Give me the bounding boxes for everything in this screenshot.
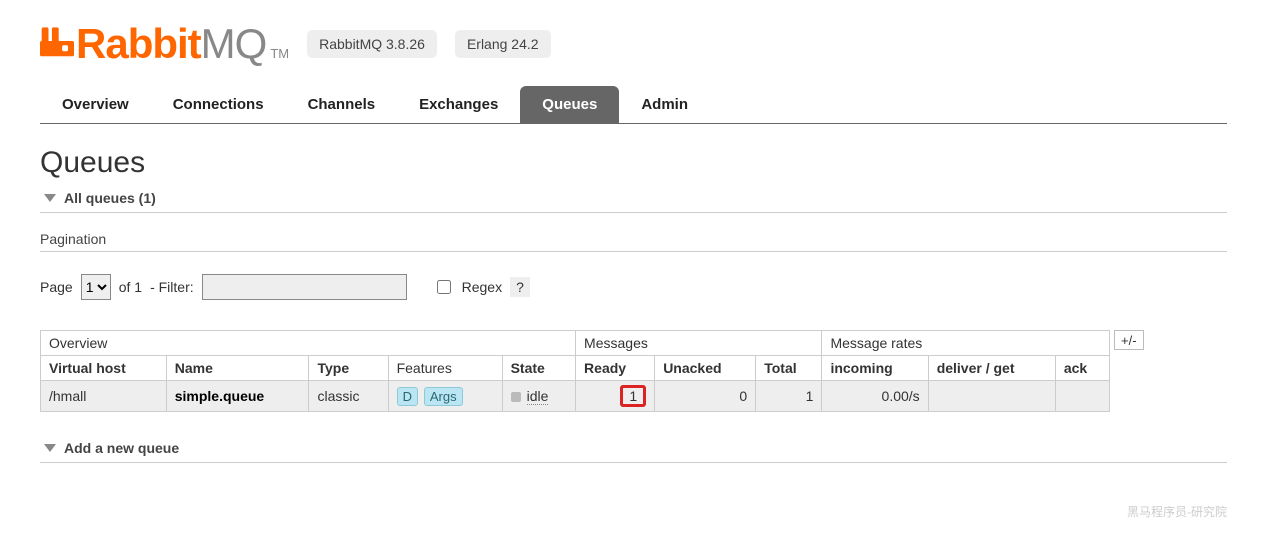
col-deliver[interactable]: deliver / get <box>928 356 1055 381</box>
page-label: Page <box>40 279 73 295</box>
regex-help-icon[interactable]: ? <box>510 277 530 297</box>
feature-args-chip: Args <box>424 387 463 406</box>
version-badge: RabbitMQ 3.8.26 <box>307 30 437 58</box>
tab-queues[interactable]: Queues <box>520 86 619 123</box>
add-queue-header[interactable]: Add a new queue <box>40 436 1227 463</box>
rabbitmq-icon <box>40 24 74 58</box>
col-name[interactable]: Name <box>166 356 309 381</box>
cell-type: classic <box>309 381 388 412</box>
tab-overview[interactable]: Overview <box>40 86 151 123</box>
state-text: idle <box>527 388 549 405</box>
col-incoming[interactable]: incoming <box>822 356 928 381</box>
col-type[interactable]: Type <box>309 356 388 381</box>
page-of: of 1 <box>119 279 142 295</box>
filter-label: - Filter: <box>150 279 194 295</box>
all-queues-label: All queues (1) <box>64 190 156 206</box>
page-title: Queues <box>40 146 1227 180</box>
nav-tabs: Overview Connections Channels Exchanges … <box>40 86 1227 124</box>
col-vhost[interactable]: Virtual host <box>41 356 167 381</box>
toggle-columns-button[interactable]: +/- <box>1114 330 1144 350</box>
section-all-queues: All queues (1) Pagination Page 1 of 1 - … <box>40 186 1227 463</box>
rabbitmq-logo: RabbitMQTM <box>40 20 289 68</box>
pagination-controls: Page 1 of 1 - Filter: Regex ? <box>40 274 1227 300</box>
col-ready[interactable]: Ready <box>576 356 655 381</box>
runtime-badge: Erlang 24.2 <box>455 30 551 58</box>
col-ack[interactable]: ack <box>1055 356 1109 381</box>
chevron-down-icon <box>44 194 56 202</box>
logo-text-mq: MQ <box>201 20 267 68</box>
cell-unacked: 0 <box>655 381 756 412</box>
tab-exchanges[interactable]: Exchanges <box>397 86 520 123</box>
group-messages: Messages <box>576 331 822 356</box>
header: RabbitMQTM RabbitMQ 3.8.26 Erlang 24.2 <box>40 20 1227 68</box>
logo-text-rabbit: Rabbit <box>76 20 201 68</box>
add-queue-label: Add a new queue <box>64 440 179 456</box>
queues-table: Overview Messages Message rates Virtual … <box>40 330 1110 412</box>
queue-link[interactable]: simple.queue <box>175 388 264 404</box>
table-row: /hmall simple.queue classic D Args idle … <box>41 381 1110 412</box>
regex-checkbox[interactable] <box>437 280 451 294</box>
cell-features: D Args <box>388 381 502 412</box>
col-features: Features <box>388 356 502 381</box>
cell-state: idle <box>502 381 575 412</box>
chevron-down-icon <box>44 444 56 452</box>
regex-label: Regex <box>462 279 502 295</box>
cell-ready: 1 <box>576 381 655 412</box>
cell-name: simple.queue <box>166 381 309 412</box>
tab-admin[interactable]: Admin <box>619 86 710 123</box>
tab-connections[interactable]: Connections <box>151 86 286 123</box>
cell-deliver <box>928 381 1055 412</box>
watermark: 黑马程序员-研究院 <box>1127 503 1227 520</box>
cell-total: 1 <box>756 381 822 412</box>
pagination-header: Pagination <box>40 213 1227 252</box>
state-idle-icon <box>511 392 521 402</box>
tab-channels[interactable]: Channels <box>286 86 398 123</box>
col-total[interactable]: Total <box>756 356 822 381</box>
cell-ack <box>1055 381 1109 412</box>
all-queues-header[interactable]: All queues (1) <box>40 186 1227 213</box>
ready-highlight: 1 <box>620 385 646 407</box>
filter-input[interactable] <box>202 274 407 300</box>
group-rates: Message rates <box>822 331 1110 356</box>
group-overview: Overview <box>41 331 576 356</box>
cell-vhost: /hmall <box>41 381 167 412</box>
logo-tm: TM <box>270 46 289 61</box>
cell-incoming: 0.00/s <box>822 381 928 412</box>
page-select[interactable]: 1 <box>81 274 111 300</box>
feature-durable-chip: D <box>397 387 418 406</box>
col-unacked[interactable]: Unacked <box>655 356 756 381</box>
col-state[interactable]: State <box>502 356 575 381</box>
